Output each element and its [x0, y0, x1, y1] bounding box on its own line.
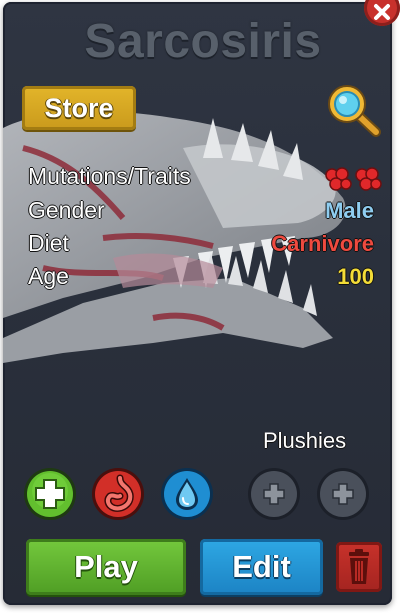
store-button[interactable]: Store — [22, 86, 136, 130]
delete-button[interactable] — [336, 542, 382, 592]
add-button[interactable] — [22, 466, 78, 522]
trash-icon — [349, 549, 369, 584]
age-value: 100 — [337, 264, 374, 289]
empty-slot-plus-icon — [317, 468, 369, 520]
edit-button[interactable]: Edit — [200, 539, 323, 595]
plushie-slot-1[interactable] — [246, 466, 302, 522]
water-drop-icon — [161, 468, 213, 520]
age-label: Age — [28, 263, 69, 289]
gender-value: Male — [325, 198, 374, 223]
mutations-label: Mutations/Traits — [28, 163, 191, 189]
plushie-slot-2[interactable] — [315, 466, 371, 522]
play-button[interactable]: Play — [26, 539, 186, 595]
close-icon — [374, 4, 390, 20]
creature-panel: Sarcosiris Store Mutations/Traits Gender — [3, 2, 392, 605]
diet-value: Carnivore — [271, 231, 374, 256]
search-icon[interactable] — [321, 80, 383, 138]
gender-label: Gender — [28, 197, 105, 223]
add-icon — [24, 468, 76, 520]
stomach-icon — [92, 468, 144, 520]
feed-button[interactable] — [90, 466, 146, 522]
creature-name-title: Sarcosiris — [84, 15, 322, 68]
game-window: Sarcosiris Store Mutations/Traits Gender — [0, 0, 400, 613]
drink-button[interactable] — [159, 466, 215, 522]
mutation-traits-icon[interactable] — [323, 166, 387, 192]
plushies-label: Plushies — [263, 428, 347, 453]
diet-label: Diet — [28, 230, 69, 256]
empty-slot-plus-icon — [248, 468, 300, 520]
